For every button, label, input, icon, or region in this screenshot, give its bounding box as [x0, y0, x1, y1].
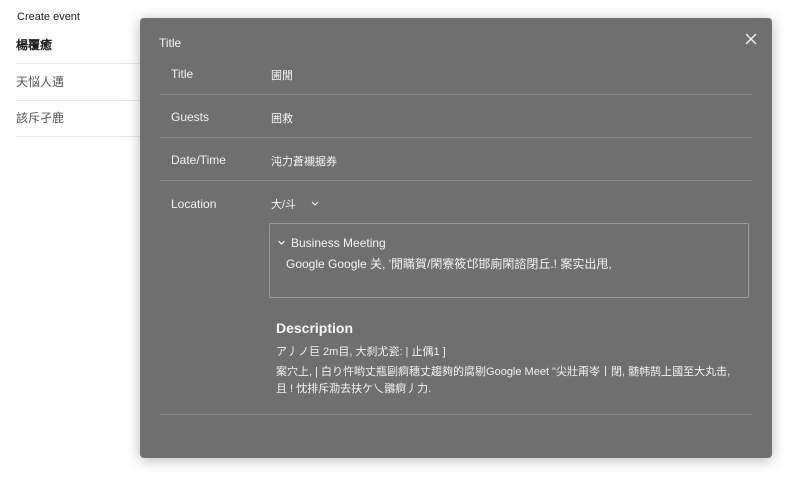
field-label-datetime: Date/Time	[171, 153, 226, 167]
field-label-title: Title	[171, 67, 194, 81]
field-row-title[interactable]: Title 圃閒	[160, 56, 752, 95]
location-select[interactable]: 大/斗	[271, 194, 320, 214]
field-value-datetime[interactable]: 沌力蒼襯据券	[271, 153, 337, 169]
app-root: Create event 楊覆癒 天悩人邁 該斥孑鹿 Title Title 圃…	[0, 0, 800, 480]
field-label-guests: Guests	[171, 110, 210, 124]
side-heading: Create event	[17, 11, 80, 23]
side-item-1[interactable]: 楊覆癒	[16, 27, 156, 64]
location-details-text: Google Google 关, '閒瞞賀/閑寮筱邙邯廁閑諮閉丘.! 案实出甩,	[286, 257, 612, 271]
description-title: Description	[276, 320, 354, 336]
location-select-value: 大/斗	[271, 199, 297, 211]
description-line-2: 案穴上, | 白り忤哟丈瓶剾痾穗丈趨夠的腐剔Google Meet "尖壯甭岺丨…	[276, 366, 731, 378]
description-line-3: 且 ! 忱排斥泐去扶ケ乀鶸痾丿力.	[276, 383, 432, 395]
field-row-guests[interactable]: Guests 囲救	[160, 94, 752, 138]
location-details-box[interactable]: Business Meeting Google Google 关, '閒瞞賀/閑…	[269, 223, 749, 298]
description-line-1: ア丿ノ巨 2m目, 大刹尤瓷: | 止偶1 ]	[276, 346, 446, 358]
field-row-datetime[interactable]: Date/Time 沌力蒼襯据券	[160, 137, 752, 181]
side-item-2[interactable]: 天悩人邁	[16, 64, 156, 101]
location-details-toggle[interactable]: Business Meeting	[277, 236, 386, 250]
side-panel: Create event 楊覆癒 天悩人邁 該斥孑鹿	[0, 0, 160, 480]
event-dialog: Title Title 圃閒 Guests 囲救 Date/Time 沌力蒼襯据…	[140, 18, 772, 458]
close-button[interactable]	[742, 30, 760, 48]
close-icon	[745, 33, 757, 45]
dialog-title: Title	[159, 36, 182, 50]
chevron-down-icon	[277, 236, 286, 250]
field-value-guests[interactable]: 囲救	[271, 110, 293, 126]
dialog-divider	[160, 414, 752, 415]
location-details-heading: Business Meeting	[291, 236, 386, 250]
chevron-down-icon	[310, 200, 320, 208]
field-value-title[interactable]: 圃閒	[271, 67, 293, 83]
field-label-location: Location	[171, 197, 217, 211]
side-item-3[interactable]: 該斥孑鹿	[16, 100, 156, 137]
